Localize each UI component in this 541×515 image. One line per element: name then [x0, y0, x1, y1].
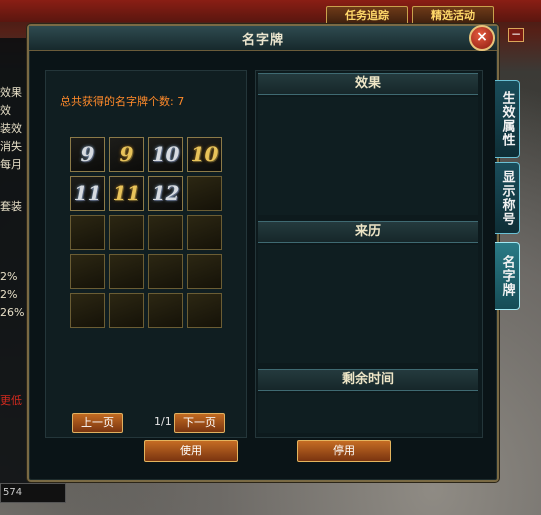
source-header: 来历 [258, 221, 478, 243]
left-line: 套装 [0, 200, 22, 213]
disable-button[interactable]: 停用 [297, 440, 391, 462]
source-content [258, 245, 478, 363]
name-card-glyph: 11 [73, 181, 102, 205]
effect-content [258, 97, 478, 215]
remaining-time-header: 剩余时间 [258, 369, 478, 391]
effect-header: 效果 [258, 73, 478, 95]
name-card-glyph: 9 [80, 142, 95, 166]
prev-page-button[interactable]: 上一页 [72, 413, 123, 433]
empty-card-slot[interactable] [148, 215, 183, 250]
name-card-slot[interactable]: 12 [148, 176, 183, 211]
name-card-glyph: 12 [151, 181, 180, 205]
name-card-glyph: 10 [190, 142, 219, 166]
left-percent: 2% [0, 288, 18, 301]
name-card-list-panel: 总共获得的名字牌个数: 7 9 9 10 10 11 11 12 上一页 1/1 下一页 [45, 70, 247, 438]
name-card-slot[interactable]: 10 [148, 137, 183, 172]
empty-card-slot[interactable] [148, 254, 183, 289]
card-count-label: 总共获得的名字牌个数: 7 [60, 95, 185, 108]
empty-card-slot[interactable] [187, 176, 222, 211]
empty-card-slot[interactable] [148, 293, 183, 328]
card-detail-panel: 效果 来历 剩余时间 [255, 70, 483, 438]
tab-name-card[interactable]: 名字牌 [495, 242, 520, 310]
quest-tracking-button[interactable]: 任务追踪 [326, 6, 408, 26]
featured-activity-button[interactable]: 精选活动 [412, 6, 494, 26]
empty-card-slot[interactable] [70, 215, 105, 250]
page-indicator: 1/1 [154, 415, 172, 428]
left-percent: 26% [0, 306, 25, 319]
tab-active-attributes[interactable]: 生效属性 [495, 80, 520, 158]
next-page-button[interactable]: 下一页 [174, 413, 225, 433]
empty-card-slot[interactable] [70, 254, 105, 289]
empty-card-slot[interactable] [109, 293, 144, 328]
left-line: 装效 [0, 122, 22, 135]
remaining-time-content [258, 393, 478, 433]
left-line: 每月 [0, 158, 22, 171]
empty-card-slot[interactable] [187, 215, 222, 250]
name-card-window: 名字牌 × 总共获得的名字牌个数: 7 9 9 10 10 11 11 12 上一页 1/1… [27, 24, 499, 482]
left-red-line: 更低 [0, 394, 22, 407]
name-card-slot[interactable]: 11 [109, 176, 144, 211]
minimize-icon[interactable]: − [508, 28, 524, 42]
empty-card-slot[interactable] [109, 254, 144, 289]
name-card-slot[interactable]: 9 [70, 137, 105, 172]
background-value-box: 574 [0, 483, 66, 503]
name-card-slot[interactable]: 11 [70, 176, 105, 211]
use-button[interactable]: 使用 [144, 440, 238, 462]
name-card-glyph: 9 [119, 142, 134, 166]
empty-card-slot[interactable] [187, 254, 222, 289]
left-percent: 2% [0, 270, 18, 283]
close-button[interactable]: × [469, 25, 495, 51]
name-card-glyph: 10 [151, 142, 180, 166]
name-card-slot[interactable]: 10 [187, 137, 222, 172]
empty-card-slot[interactable] [109, 215, 144, 250]
name-card-grid: 9 9 10 10 11 11 12 [70, 137, 224, 328]
left-line: 效 [0, 104, 11, 117]
name-card-glyph: 11 [112, 181, 141, 205]
empty-card-slot[interactable] [70, 293, 105, 328]
name-card-slot[interactable]: 9 [109, 137, 144, 172]
left-line: 效果 [0, 86, 22, 99]
left-line: 消失 [0, 140, 22, 153]
empty-card-slot[interactable] [187, 293, 222, 328]
tab-display-title[interactable]: 显示称号 [495, 162, 520, 234]
window-title: 名字牌 [241, 33, 284, 48]
title-bar[interactable]: 名字牌 [29, 26, 497, 51]
